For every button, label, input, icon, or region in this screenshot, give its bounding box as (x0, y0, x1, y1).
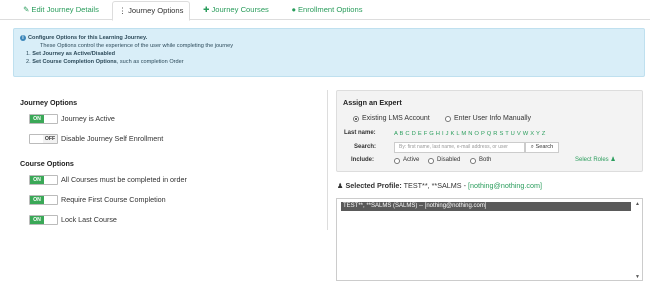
disable-self-enrollment-toggle[interactable]: OFF (29, 134, 58, 144)
info-alert: i Configure Options for this Learning Jou… (13, 28, 645, 77)
scroll-down-icon[interactable]: ▼ (634, 274, 641, 280)
select-roles-link[interactable]: Select Roles ♟ (575, 156, 616, 163)
include-both-label: Both (479, 157, 492, 163)
journey-options-heading: Journey Options (20, 98, 78, 107)
pencil-icon: ✎ (23, 5, 30, 14)
info-title-text: Configure Options for this Learning Jour… (28, 35, 148, 41)
disable-self-enrollment-label: Disable Journey Self Enrollment (61, 134, 164, 143)
options-icon: ⋮ (118, 6, 127, 15)
assign-expert-heading: Assign an Expert (343, 98, 402, 107)
courses-in-order-toggle[interactable]: ON (29, 175, 58, 185)
info-item-1: 1. Set Journey as Active/Disabled (20, 50, 638, 58)
tab-label: Journey Courses (211, 5, 269, 14)
toggle-on-label: ON (30, 115, 44, 123)
manual-entry-radio[interactable] (445, 116, 451, 122)
tab-label: Journey Options (128, 6, 184, 15)
tab-label: Enrollment Options (297, 5, 363, 14)
journey-active-label: Journey is Active (61, 114, 115, 123)
info-item-2-num: 2. (26, 59, 31, 65)
toggle-on-label: ON (30, 176, 44, 184)
info-item-2-rest: , such as completion Order (116, 59, 184, 65)
tab-bar: ✎ Edit Journey Details ⋮ Journey Options ✚… (0, 0, 650, 21)
toggle-off-label: OFF (43, 135, 57, 143)
select-roles-text: Select Roles (575, 157, 609, 163)
info-subtitle: These Options control the experience of … (40, 43, 234, 49)
lock-last-course-toggle[interactable]: ON (29, 215, 58, 225)
existing-account-radio[interactable] (353, 116, 359, 122)
selected-profile-email[interactable]: [nothing@nothing.com] (468, 181, 542, 190)
tab-journey-options[interactable]: ⋮ Journey Options (112, 1, 190, 21)
tab-journey-courses[interactable]: ✚ Journey Courses (194, 1, 278, 20)
selected-profile-name: TEST**, **SALMS - (403, 181, 468, 190)
search-button-label: Search (535, 144, 554, 150)
search-button[interactable]: ⌕ Search (525, 142, 559, 153)
include-label: Include: (351, 157, 375, 163)
expert-listbox[interactable]: TEST**, **SALMS (SALMS) -- [nothing@noth… (336, 198, 643, 281)
info-item-2: 2. Set Course Completion Options, such a… (20, 58, 638, 66)
lastname-label: Last name: (344, 130, 376, 136)
user-icon: ♟ (337, 181, 344, 190)
lock-last-course-label: Lock Last Course (61, 215, 117, 224)
include-disabled-label: Disabled (437, 157, 461, 163)
manual-entry-label: Enter User Info Manually (454, 115, 532, 122)
include-both-radio[interactable] (470, 158, 476, 164)
info-item-1-num: 1. (26, 51, 31, 57)
toggle-on-label: ON (30, 196, 44, 204)
selected-profile: ♟ Selected Profile: TEST**, **SALMS - [n… (337, 181, 542, 190)
tab-edit-journey-details[interactable]: ✎ Edit Journey Details (12, 1, 110, 20)
toggle-on-label: ON (30, 216, 44, 224)
existing-account-label: Existing LMS Account (362, 115, 430, 122)
search-icon: ⌕ (530, 144, 534, 150)
info-title: i Configure Options for this Learning Jou… (20, 34, 638, 42)
courses-in-order-label: All Courses must be completed in order (61, 175, 187, 184)
scroll-up-icon[interactable]: ▲ (634, 201, 641, 207)
assign-expert-panel: Assign an Expert Existing LMS Account En… (336, 90, 643, 172)
require-first-course-toggle[interactable]: ON (29, 195, 58, 205)
list-item[interactable]: TEST**, **SALMS (SALMS) -- [nothing@noth… (341, 202, 631, 211)
search-label: Search: (354, 144, 377, 150)
journey-active-toggle[interactable]: ON (29, 114, 58, 124)
include-active-label: Active (403, 157, 420, 163)
alphabet-filter[interactable]: A B C D E F G H I J K L M N O P Q R S T … (394, 131, 546, 137)
tab-label: Edit Journey Details (31, 5, 99, 14)
include-disabled-radio[interactable] (428, 158, 434, 164)
circle-icon: ● (291, 5, 296, 14)
course-options-heading: Course Options (20, 159, 74, 168)
plus-icon: ✚ (203, 5, 210, 14)
include-active-radio[interactable] (394, 158, 400, 164)
search-input[interactable]: By: first name, last name, e-mail addres… (394, 142, 525, 153)
column-divider (327, 90, 328, 230)
info-icon: i (20, 35, 26, 41)
require-first-course-label: Require First Course Completion (61, 195, 166, 204)
user-icon: ♟ (610, 157, 616, 163)
info-item-2-text: Set Course Completion Options (32, 59, 117, 65)
selected-profile-label: Selected Profile: (345, 181, 402, 190)
tab-enrollment-options[interactable]: ● Enrollment Options (282, 1, 372, 20)
info-item-1-text: Set Journey as Active/Disabled (32, 51, 116, 57)
